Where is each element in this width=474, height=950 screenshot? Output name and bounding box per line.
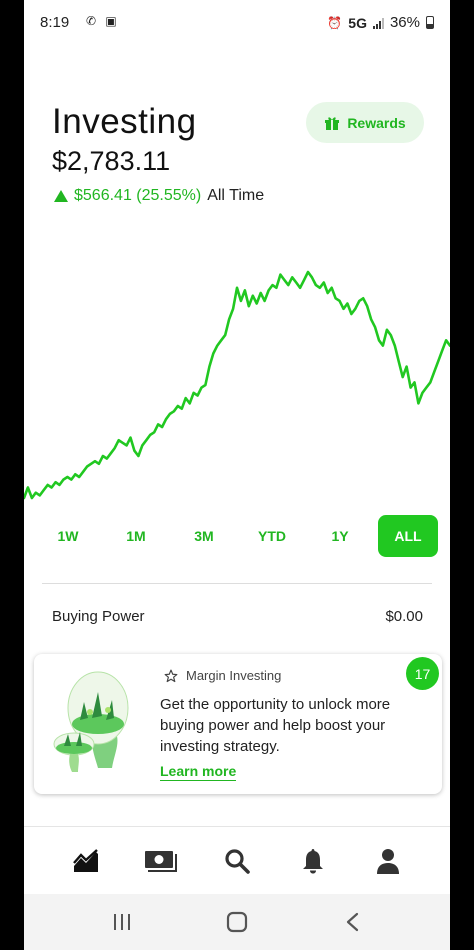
buying-power-label: Buying Power: [52, 608, 145, 625]
back-button[interactable]: [328, 900, 376, 944]
tab-search[interactable]: [213, 839, 261, 883]
promo-count-badge: 17: [406, 657, 439, 690]
range-1y[interactable]: 1Y: [310, 515, 370, 557]
system-nav-bar: [24, 894, 450, 950]
search-icon: [225, 849, 250, 874]
portfolio-chart[interactable]: [24, 250, 450, 510]
network-type: 5G: [348, 14, 367, 31]
buying-power-row[interactable]: Buying Power $0.00: [52, 608, 423, 625]
alarm-icon: ⏰: [327, 15, 343, 30]
tab-notifications[interactable]: [289, 839, 337, 883]
star-outline-icon: [164, 669, 178, 682]
cash-card-icon: [145, 851, 178, 872]
buying-power-value: $0.00: [385, 608, 423, 625]
range-all[interactable]: ALL: [378, 515, 438, 557]
margin-investing-card[interactable]: Margin Investing Get the opportunity to …: [34, 654, 442, 794]
tab-account[interactable]: [364, 839, 412, 883]
nav-divider: [24, 826, 450, 827]
portfolio-line: [24, 270, 450, 500]
investing-screen: 8:19 ✆ ▣ ⏰ 5G 36% Investing $2,783.11 $5…: [24, 0, 450, 950]
signal-icon: [372, 17, 384, 29]
page-title: Investing: [52, 102, 197, 141]
promo-description: Get the opportunity to unlock more buyin…: [160, 696, 391, 755]
divider: [42, 583, 432, 584]
app-notification-icon: ▣: [105, 14, 120, 28]
change-period: All Time: [207, 187, 265, 204]
range-3m[interactable]: 3M: [174, 515, 234, 557]
battery-percent: 36%: [389, 14, 420, 31]
promo-tag: Margin Investing: [164, 668, 281, 683]
status-bar: 8:19 ✆ ▣ ⏰ 5G 36%: [24, 0, 450, 44]
learn-more-link[interactable]: Learn more: [160, 763, 237, 781]
range-1m[interactable]: 1M: [106, 515, 166, 557]
portfolio-change: $566.41 (25.55%) All Time: [54, 187, 264, 205]
gift-icon: [325, 116, 340, 130]
back-icon: [347, 912, 359, 932]
portfolio-balance: $2,783.11: [52, 146, 171, 176]
up-arrow-icon: [54, 190, 68, 202]
investing-chart-icon: [72, 849, 98, 872]
recent-apps-icon: [113, 914, 130, 930]
time-range-selector: 1W 1M 3M YTD 1Y ALL: [38, 514, 438, 558]
account-person-icon: [377, 849, 400, 874]
tab-investing[interactable]: [62, 839, 110, 883]
change-amount: $566.41 (25.55%): [74, 187, 202, 204]
home-icon: [226, 911, 248, 933]
bottom-nav: [24, 836, 450, 886]
promo-tag-label: Margin Investing: [186, 668, 282, 683]
recent-apps-button[interactable]: [98, 900, 146, 944]
margin-illustration: [53, 671, 129, 772]
battery-icon: [426, 16, 434, 29]
phone-call-icon: ✆: [86, 14, 100, 28]
notifications-bell-icon: [302, 849, 323, 874]
rewards-button[interactable]: Rewards: [306, 102, 424, 143]
home-button[interactable]: [213, 900, 261, 944]
status-notification-icons: ✆ ▣: [86, 14, 120, 28]
rewards-label: Rewards: [347, 114, 406, 131]
status-time: 8:19: [40, 14, 70, 31]
tab-cash[interactable]: [137, 839, 185, 883]
status-right: ⏰ 5G 36%: [327, 14, 434, 31]
range-ytd[interactable]: YTD: [242, 515, 302, 557]
range-1w[interactable]: 1W: [38, 515, 98, 557]
